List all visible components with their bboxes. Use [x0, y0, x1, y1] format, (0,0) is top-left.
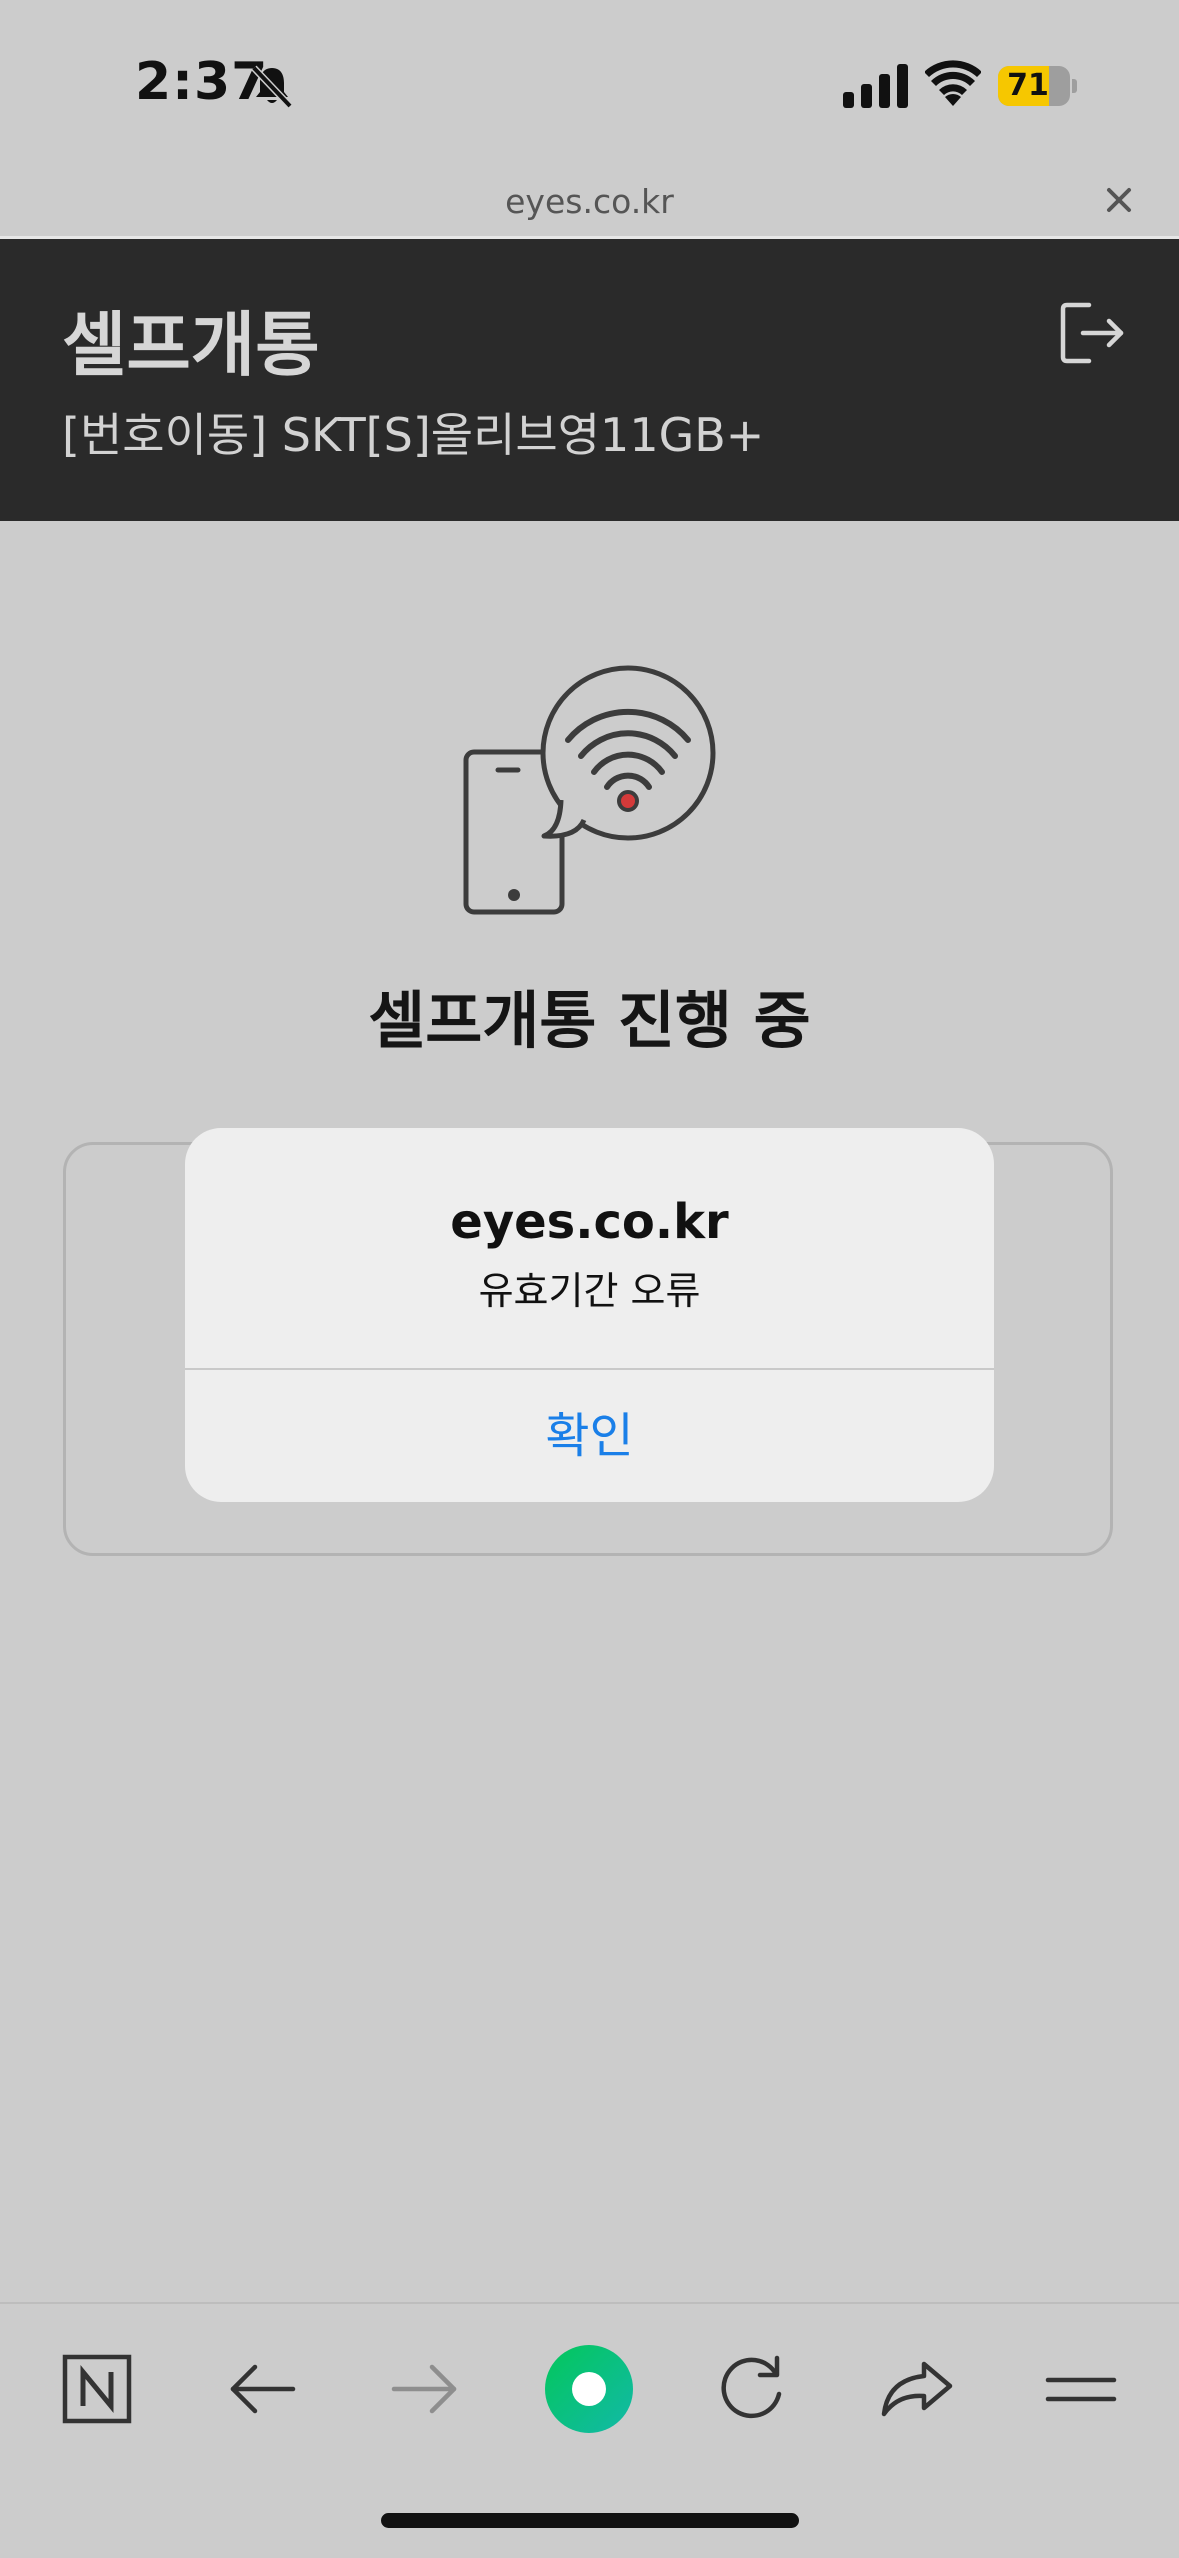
url-text[interactable]: eyes.co.kr — [0, 182, 1179, 221]
home-indicator[interactable] — [381, 2513, 799, 2528]
close-icon[interactable] — [1099, 180, 1139, 220]
back-arrow-icon[interactable] — [217, 2344, 307, 2434]
cellular-signal-icon — [843, 64, 908, 108]
confirm-button[interactable]: 확인 — [185, 1370, 994, 1502]
alert-title: eyes.co.kr — [450, 1194, 729, 1250]
page-header: 셀프개통 [번호이동] SKT[S]올리브영11GB+ — [0, 236, 1179, 521]
status-bar: 2:37 71 — [0, 0, 1179, 160]
page-title: 셀프개통 — [62, 304, 320, 386]
progress-title: 셀프개통 진행 중 — [368, 984, 811, 1057]
battery-body: 71 — [998, 66, 1070, 106]
battery-cap — [1072, 79, 1077, 93]
wifi-icon — [925, 60, 981, 106]
naver-home-icon[interactable] — [52, 2344, 142, 2434]
battery-percent: 71 — [1007, 68, 1049, 103]
plan-subtitle: [번호이동] SKT[S]올리브영11GB+ — [62, 408, 765, 462]
logout-icon[interactable] — [1057, 297, 1127, 369]
naver-green-dot-icon[interactable] — [544, 2344, 634, 2434]
battery-icon: 71 — [998, 66, 1078, 106]
share-icon[interactable] — [872, 2344, 962, 2434]
alert-message: 유효기간 오류 — [478, 1269, 701, 1313]
url-bar[interactable]: eyes.co.kr — [0, 170, 1179, 236]
forward-arrow-icon[interactable] — [380, 2344, 470, 2434]
reload-icon[interactable] — [707, 2344, 797, 2434]
phone-wifi-bubble-icon — [463, 665, 716, 915]
bell-slash-icon — [251, 65, 293, 109]
menu-icon[interactable] — [1036, 2344, 1126, 2434]
alert-dialog: eyes.co.kr 유효기간 오류 확인 — [185, 1128, 994, 1502]
